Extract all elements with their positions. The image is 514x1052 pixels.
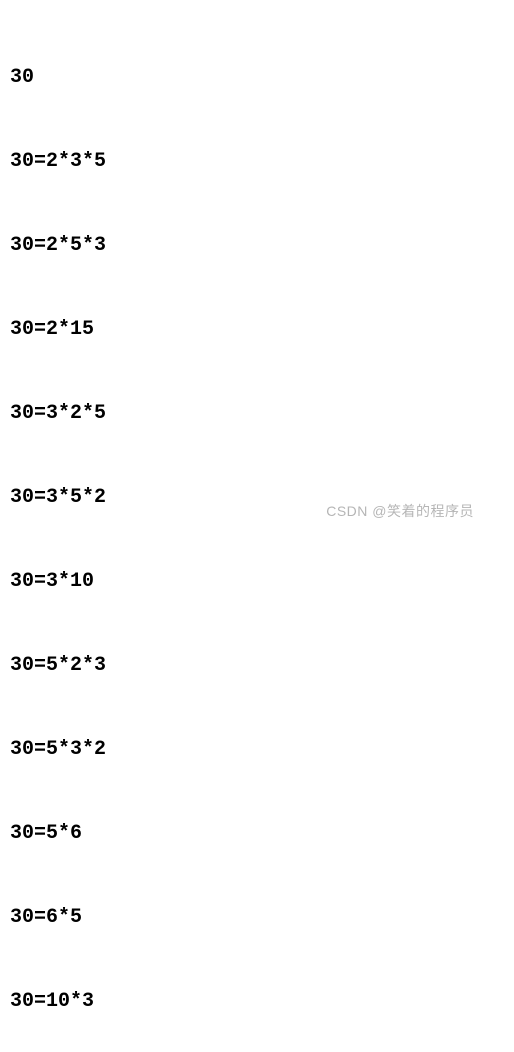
output-line: 30=3*2*5 [10,400,504,428]
output-line: 30=5*6 [10,820,504,848]
output-line: 30=5*3*2 [10,736,504,764]
output-line: 30=2*5*3 [10,232,504,260]
output-line: 30=10*3 [10,988,504,1016]
terminal-output: 30 30=2*3*5 30=2*5*3 30=2*15 30=3*2*5 30… [10,8,504,1052]
output-line: 30=2*3*5 [10,148,504,176]
output-line: 30=5*2*3 [10,652,504,680]
output-line: 30=2*15 [10,316,504,344]
watermark-text: CSDN @笑着的程序员 [326,502,474,522]
output-line: 30=3*10 [10,568,504,596]
output-line: 30=6*5 [10,904,504,932]
output-line: 30 [10,64,504,92]
